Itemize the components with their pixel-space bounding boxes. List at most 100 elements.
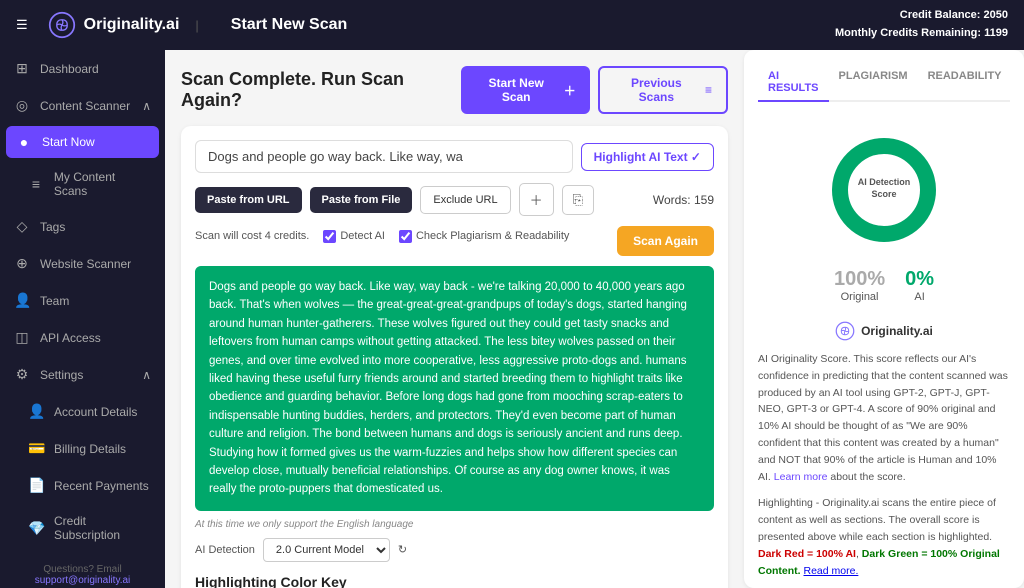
billing-icon: 💳 [28,440,44,457]
original-score: 100% Original [834,268,885,303]
team-icon: 👤 [14,292,30,309]
sidebar-label-settings: Settings [40,368,83,382]
payments-icon: 📄 [28,477,44,494]
tab-plagiarism[interactable]: PLAGIARISM [829,64,918,102]
tab-ai-results[interactable]: AI RESULTS [758,64,829,102]
sidebar-item-api-access[interactable]: ◫ API Access [0,319,165,356]
sidebar-item-website-scanner[interactable]: ⊕ Website Scanner [0,245,165,282]
brand-logo-icon [48,11,76,39]
detect-ai-checkbox-label[interactable]: Detect AI [323,230,385,243]
sidebar-item-dashboard[interactable]: ⊞ Dashboard [0,50,165,87]
donut-chart-container: AI Detection Score [758,122,1010,258]
action-buttons-row: Paste from URL Paste from File Exclude U… [195,183,714,216]
my-scans-icon: ≡ [28,176,44,192]
credit-balance-label: Credit Balance: [900,9,981,21]
tags-icon: ◇ [14,218,30,235]
detect-ai-checkbox[interactable] [323,230,336,243]
api-icon: ◫ [14,329,30,346]
sidebar-label-my-scans: My Content Scans [54,170,151,198]
sidebar: ⊞ Dashboard ◎ Content Scanner ∧ ● Start … [0,50,165,588]
sidebar-label-team: Team [40,294,69,308]
word-count: Words: 159 [653,193,714,207]
tab-readability[interactable]: READABILITY [918,64,1012,102]
sidebar-label-tags: Tags [40,220,65,234]
copy-icon-button[interactable]: ⎘ [562,185,594,215]
monthly-credits-label: Monthly Credits Remaining: [835,27,981,39]
scan-complete-title: Scan Complete. Run Scan Again? [181,69,461,111]
sidebar-label-start-now: Start Now [42,135,95,149]
monthly-credits-value: 1199 [984,27,1008,39]
text-input-display[interactable]: Dogs and people go way back. Like way, w… [195,140,573,173]
start-now-icon: ● [16,134,32,150]
chevron-icon: ∧ [142,99,151,113]
previous-scans-button[interactable]: Previous Scans ≡ [598,66,728,114]
originality-brand: Originality.ai [758,321,1010,341]
ai-label: AI [905,291,934,303]
color-key-section: Highlighting Color Key 90% confidence th… [195,574,714,588]
scan-again-button[interactable]: Scan Again [617,226,714,256]
main-layout: ⊞ Dashboard ◎ Content Scanner ∧ ● Start … [0,50,1024,588]
originality-brand-name: Originality.ai [861,324,933,338]
original-pct: 100% [834,268,885,291]
model-select-dropdown[interactable]: 2.0 Current Model [263,538,390,562]
sidebar-label-payments: Recent Payments [54,479,149,493]
chevron-settings-icon: ∧ [142,368,151,382]
credit-info: Credit Balance: 2050 Monthly Credits Rem… [835,7,1008,42]
original-label: Original [834,291,885,303]
ai-pct: 0% [905,268,934,291]
detect-ai-label: Detect AI [340,230,385,242]
sidebar-item-billing[interactable]: 💳 Billing Details [0,430,165,467]
account-icon: 👤 [28,403,44,420]
sidebar-label-billing: Billing Details [54,442,126,456]
sidebar-item-recent-payments[interactable]: 📄 Recent Payments [0,467,165,504]
originality-logo-icon [835,321,855,341]
model-refresh-icon[interactable]: ↻ [398,543,407,556]
sidebar-item-start-now[interactable]: ● Start Now [6,126,159,158]
results-panel: AI RESULTS PLAGIARISM READABILITY AI Det… [744,50,1024,588]
paste-from-url-button[interactable]: Paste from URL [195,187,302,213]
add-icon-button[interactable]: ＋ [519,183,554,216]
cost-label: Scan will cost 4 credits. [195,230,309,242]
sidebar-item-tags[interactable]: ◇ Tags [0,208,165,245]
sidebar-item-my-team[interactable]: 👤 Team [0,282,165,319]
sidebar-label-website-scanner: Website Scanner [40,257,131,271]
page-title: Start New Scan [231,16,347,34]
sidebar-label-api: API Access [40,331,101,345]
scan-options: Scan will cost 4 credits. Detect AI Chec… [195,230,569,243]
sidebar-item-credit-subscription[interactable]: 💎 Credit Subscription [0,504,165,552]
header-buttons: Start New Scan ＋ Previous Scans ≡ [461,66,728,114]
plus-icon: ＋ [564,82,576,99]
check-plagiarism-label: Check Plagiarism & Readability [416,230,569,242]
check-plagiarism-checkbox[interactable] [399,230,412,243]
support-text: Questions? Email support@originality.ai [8,560,157,588]
dark-red-label: Dark Red = 100% AI [758,548,856,560]
sidebar-item-settings[interactable]: ⚙ Settings ∧ [0,356,165,393]
highlight-description: Highlighting - Originality.ai scans the … [758,495,1010,579]
svg-text:AI Detection: AI Detection [858,177,911,187]
sidebar-label-credit-sub: Credit Subscription [54,514,151,542]
score-labels: 100% Original 0% AI [758,268,1010,303]
paste-from-file-button[interactable]: Paste from File [310,187,413,213]
text-input-row: Dogs and people go way back. Like way, w… [195,140,714,173]
model-select-row: AI Detection 2.0 Current Model ↻ [195,538,714,562]
logo-area: ☰ Originality.ai | Start New Scan [16,11,835,39]
website-scanner-icon: ⊕ [14,255,30,272]
support-email-link[interactable]: support@originality.ai [35,575,131,586]
sidebar-bottom: Questions? Email support@originality.ai … [0,552,165,588]
check-plagiarism-checkbox-label[interactable]: Check Plagiarism & Readability [399,230,569,243]
start-new-scan-button[interactable]: Start New Scan ＋ [461,66,590,114]
brand-name: Originality.ai [84,16,180,34]
highlight-ai-text-button[interactable]: Highlight AI Text ✓ [581,143,714,171]
top-header: ☰ Originality.ai | Start New Scan Credit… [0,0,1024,50]
scan-panel: Dogs and people go way back. Like way, w… [181,126,728,588]
read-more-link[interactable]: Read more. [804,565,859,577]
lang-note: At this time we only support the English… [195,519,714,530]
hamburger-icon[interactable]: ☰ [16,17,28,33]
scan-header: Scan Complete. Run Scan Again? Start New… [181,66,728,114]
learn-more-link[interactable]: Learn more [774,471,828,483]
sidebar-label-dashboard: Dashboard [40,62,99,76]
exclude-url-button[interactable]: Exclude URL [420,186,510,214]
sidebar-item-account-details[interactable]: 👤 Account Details [0,393,165,430]
sidebar-item-content-scanner[interactable]: ◎ Content Scanner ∧ [0,87,165,124]
sidebar-item-my-content-scans[interactable]: ≡ My Content Scans [0,160,165,208]
